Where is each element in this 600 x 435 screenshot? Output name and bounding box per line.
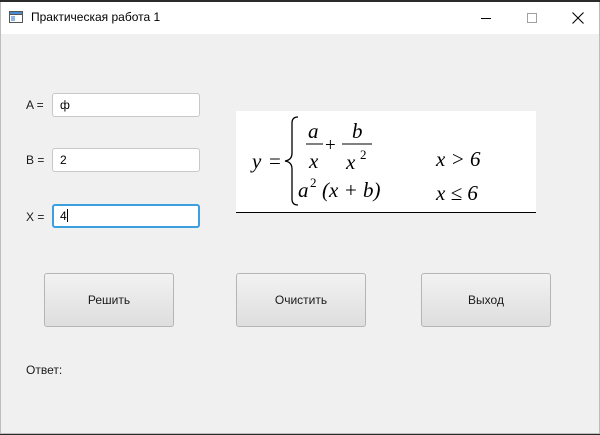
minimize-icon xyxy=(481,18,491,19)
formula-svg: y = a x + b x 2 x > 6 a 2 (x + b) x ≤ 6 xyxy=(250,116,481,206)
input-x-value: 4 xyxy=(60,209,67,223)
formula-cond-1: x > 6 xyxy=(435,147,481,171)
clear-button[interactable]: Очистить xyxy=(236,273,366,327)
formula-image: y = a x + b x 2 x > 6 a 2 (x + b) x ≤ 6 xyxy=(236,111,536,212)
formula-case2-rest: (x + b) xyxy=(322,178,380,202)
formula-underline xyxy=(236,212,536,213)
app-window: Практическая работа 1 A = ф B = 2 X = 4 … xyxy=(0,2,600,434)
input-x[interactable]: 4 xyxy=(52,204,200,228)
formula-num-b: b xyxy=(352,119,363,143)
window-title: Практическая работа 1 xyxy=(31,10,161,24)
formula-brace xyxy=(284,116,299,206)
formula-den-x: x xyxy=(308,149,319,173)
input-b[interactable]: 2 xyxy=(52,148,200,172)
formula-case2-exp: 2 xyxy=(310,175,317,190)
formula-case2-a: a xyxy=(298,178,309,202)
maximize-button[interactable] xyxy=(509,2,555,34)
formula-num-a: a xyxy=(308,119,319,143)
title-bar[interactable]: Практическая работа 1 xyxy=(1,2,599,34)
formula-equals: = xyxy=(269,149,281,173)
clear-button-label: Очистить xyxy=(274,293,328,307)
formula-exp-2: 2 xyxy=(360,147,367,162)
input-a-value: ф xyxy=(60,98,70,112)
input-a[interactable]: ф xyxy=(52,93,200,117)
formula-plus: + xyxy=(325,135,336,156)
close-icon xyxy=(572,12,584,24)
formula-den-x2: x xyxy=(345,150,356,174)
answer-label: Ответ: xyxy=(26,363,63,377)
formula-cond-2: x ≤ 6 xyxy=(435,181,478,205)
formula-y: y xyxy=(250,149,262,173)
minimize-button[interactable] xyxy=(463,2,509,34)
label-x: X = xyxy=(26,210,45,224)
solve-button[interactable]: Решить xyxy=(44,273,174,327)
maximize-icon xyxy=(527,13,537,23)
input-b-value: 2 xyxy=(60,153,67,167)
text-caret xyxy=(66,209,68,222)
label-a: A = xyxy=(26,98,44,112)
solve-button-label: Решить xyxy=(87,293,131,307)
close-button[interactable] xyxy=(555,2,600,34)
exit-button-label: Выход xyxy=(468,293,504,307)
app-icon xyxy=(9,11,23,23)
label-b: B = xyxy=(26,153,45,167)
exit-button[interactable]: Выход xyxy=(421,273,551,327)
